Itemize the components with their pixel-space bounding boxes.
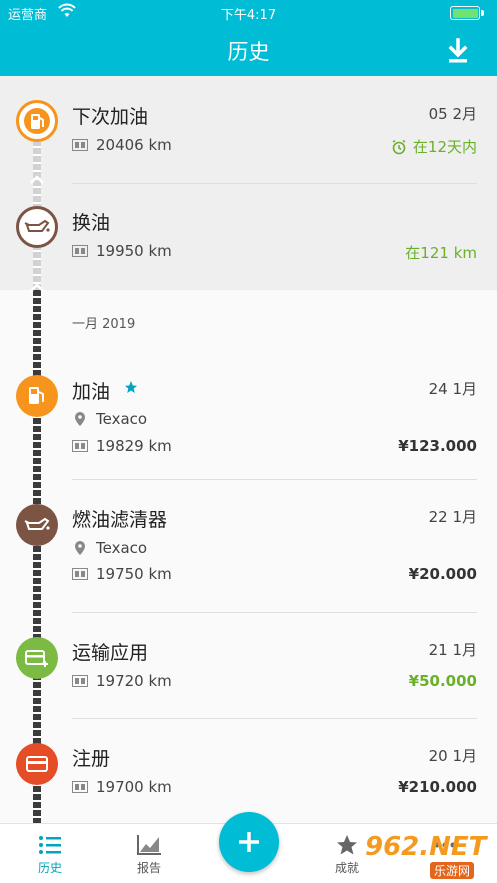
- entry-date: 20 1月: [428, 747, 477, 765]
- entry-amount: ¥210.000: [398, 778, 477, 796]
- watermark-subtitle: 乐游网: [430, 862, 475, 879]
- plus-icon: [239, 832, 259, 852]
- tab-label: 报告: [136, 861, 161, 875]
- star-icon: [337, 835, 357, 855]
- odometer-icon: [72, 440, 88, 452]
- odometer-row: 19700 km: [72, 778, 172, 796]
- entry-title: 加油: [72, 381, 111, 403]
- entry-date: 21 1月: [428, 641, 477, 659]
- odometer-row: 19829 km: [72, 437, 172, 455]
- status-bar: 运营商 下午4:17: [0, 0, 497, 26]
- location-pin-icon: [75, 412, 85, 426]
- divider: [72, 479, 477, 480]
- tab-label: 成就: [334, 861, 359, 875]
- odometer-row: 19720 km: [72, 672, 172, 690]
- app-header: 运营商 下午4:17 历史: [0, 0, 497, 76]
- upcoming-title: 换油: [72, 212, 111, 234]
- alarm-icon: [392, 139, 406, 154]
- tab-reports[interactable]: 报告: [114, 824, 184, 883]
- card-plus-icon: [16, 637, 58, 679]
- entry-date: 24 1月: [428, 380, 477, 398]
- chevron-up-icon: [30, 283, 44, 292]
- location-row: Texaco: [72, 539, 147, 557]
- chevron-up-icon: [30, 175, 44, 184]
- upcoming-title: 下次加油: [72, 106, 149, 128]
- odometer-icon: [72, 139, 88, 151]
- entry-title: 燃油滤清器: [72, 509, 168, 531]
- odometer-value: 20406 km: [96, 136, 172, 154]
- list-icon: [39, 836, 61, 854]
- location-value: Texaco: [96, 410, 148, 428]
- fuel-pump-icon: [16, 100, 58, 142]
- card-icon: [16, 743, 58, 785]
- odometer-row: 20406 km: [72, 136, 172, 154]
- battery-icon: [450, 6, 480, 20]
- reminder-text: 在12天内: [412, 138, 477, 156]
- divider: [72, 612, 477, 613]
- odometer-icon: [72, 568, 88, 580]
- chart-icon: [137, 835, 161, 855]
- odometer-icon: [72, 245, 88, 257]
- full-tank-badge-icon: [125, 381, 137, 393]
- oil-can-icon: [16, 504, 58, 546]
- tab-history[interactable]: 历史: [15, 824, 85, 883]
- entry-title: 注册: [72, 748, 111, 770]
- odometer-value: 19700 km: [96, 778, 172, 796]
- odometer-row: 19750 km: [72, 565, 172, 583]
- oil-can-icon: [16, 206, 58, 248]
- upcoming-date: 05 2月: [428, 105, 477, 123]
- entry-amount: ¥20.000: [408, 565, 477, 583]
- odometer-value: 19720 km: [96, 672, 172, 690]
- download-icon[interactable]: [443, 36, 473, 66]
- location-row: Texaco: [72, 410, 147, 428]
- entry-date: 22 1月: [428, 508, 477, 526]
- battery-cap: [481, 10, 484, 16]
- odometer-row: 19950 km: [72, 242, 172, 260]
- location-value: Texaco: [96, 539, 148, 557]
- status-time: 下午4:17: [220, 8, 277, 23]
- odometer-icon: [72, 675, 88, 687]
- reminder-badge: 在12天内: [391, 136, 477, 157]
- odometer-value: 19829 km: [96, 437, 172, 455]
- month-label: 一月 2019: [72, 317, 136, 332]
- odometer-value: 19950 km: [96, 242, 172, 260]
- location-pin-icon: [75, 541, 85, 555]
- divider: [72, 718, 477, 719]
- odometer-icon: [72, 781, 88, 793]
- add-entry-button[interactable]: [219, 812, 279, 872]
- watermark-logo: 962.NET: [365, 832, 487, 862]
- entry-title: 运输应用: [72, 642, 149, 664]
- tab-label: 历史: [37, 861, 62, 875]
- fuel-pump-icon: [16, 375, 58, 417]
- page-title: 历史: [227, 40, 270, 64]
- reminder-text: 在121 km: [405, 244, 477, 262]
- entry-amount: ¥123.000: [398, 437, 477, 455]
- odometer-value: 19750 km: [96, 565, 172, 583]
- divider: [72, 183, 477, 184]
- entry-amount: ¥50.000: [408, 672, 477, 690]
